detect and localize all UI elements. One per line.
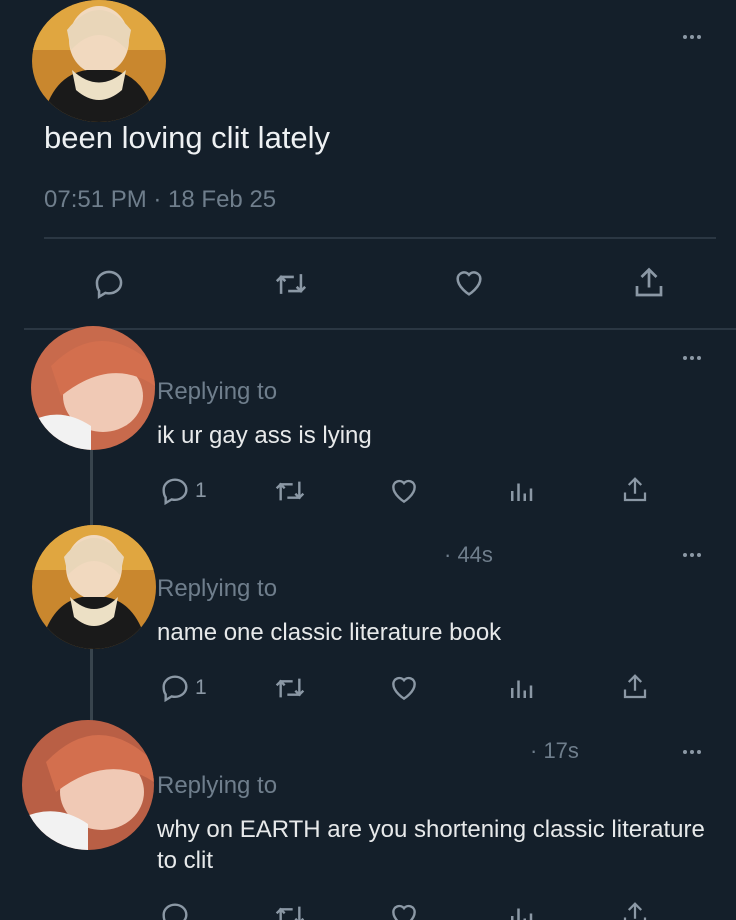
share-icon: [635, 267, 663, 297]
reply-icon: [95, 270, 123, 300]
replying-to-label: Replying to: [157, 772, 278, 799]
share-button[interactable]: [631, 265, 667, 301]
thread-line: [90, 649, 93, 729]
reply-button[interactable]: 1: [159, 475, 207, 507]
divider: [24, 328, 736, 330]
reply-time: · 17s: [530, 738, 579, 763]
retweet-button[interactable]: [272, 900, 308, 920]
like-icon: [456, 271, 482, 296]
reply-avatar[interactable]: [22, 720, 154, 850]
more-icon[interactable]: [683, 35, 701, 39]
post-text: been loving clit lately: [44, 120, 331, 155]
author-avatar[interactable]: [32, 0, 166, 122]
reply-button[interactable]: [159, 900, 191, 920]
more-icon[interactable]: [683, 553, 701, 557]
reply-count: 1: [195, 676, 207, 699]
reply-text: ik ur gay ass is lying: [157, 422, 372, 449]
share-icon: [623, 674, 647, 699]
retweet-icon: [275, 274, 307, 294]
share-icon: [623, 477, 647, 502]
tweet-thread: been loving clit lately 07:51 PM · 18 Fe…: [0, 0, 736, 920]
analytics-button[interactable]: [506, 901, 536, 920]
analytics-icon: [511, 680, 533, 698]
like-icon: [392, 479, 416, 504]
reply-count: 1: [195, 479, 207, 502]
share-button[interactable]: [620, 671, 650, 703]
divider: [44, 237, 716, 239]
retweet-icon: [275, 678, 305, 698]
replying-to-label: Replying to: [157, 575, 278, 602]
thread-line: [90, 450, 93, 530]
reply-time: · 44s: [444, 542, 493, 567]
analytics-button[interactable]: [506, 476, 536, 506]
like-button[interactable]: [388, 900, 420, 920]
reply-icon: [162, 675, 188, 703]
more-icon[interactable]: [683, 356, 701, 360]
post-timestamp: 07:51 PM · 18 Feb 25: [44, 186, 277, 213]
reply-button[interactable]: [92, 267, 126, 301]
like-button[interactable]: [388, 475, 420, 507]
analytics-button[interactable]: [506, 673, 536, 703]
reply-icon: [162, 903, 188, 920]
share-button[interactable]: [620, 899, 650, 920]
like-icon: [392, 904, 416, 920]
replying-to-label: Replying to: [157, 378, 278, 405]
analytics-icon: [511, 483, 533, 501]
retweet-button[interactable]: [272, 475, 308, 507]
like-button[interactable]: [388, 672, 420, 704]
author-avatar[interactable]: [32, 525, 156, 649]
more-icon[interactable]: [683, 750, 701, 754]
analytics-icon: [511, 908, 533, 920]
like-icon: [392, 676, 416, 701]
retweet-button[interactable]: [272, 267, 310, 301]
reply-text: why on EARTH are you shortening classic …: [157, 816, 705, 874]
like-button[interactable]: [451, 266, 487, 300]
retweet-icon: [275, 481, 305, 501]
retweet-button[interactable]: [272, 672, 308, 704]
share-icon: [623, 902, 647, 920]
reply-avatar[interactable]: [31, 326, 155, 450]
share-button[interactable]: [620, 474, 650, 506]
retweet-icon: [275, 906, 305, 920]
reply-button[interactable]: 1: [159, 672, 207, 704]
reply-text: name one classic literature book: [157, 619, 502, 646]
reply-icon: [162, 478, 188, 506]
